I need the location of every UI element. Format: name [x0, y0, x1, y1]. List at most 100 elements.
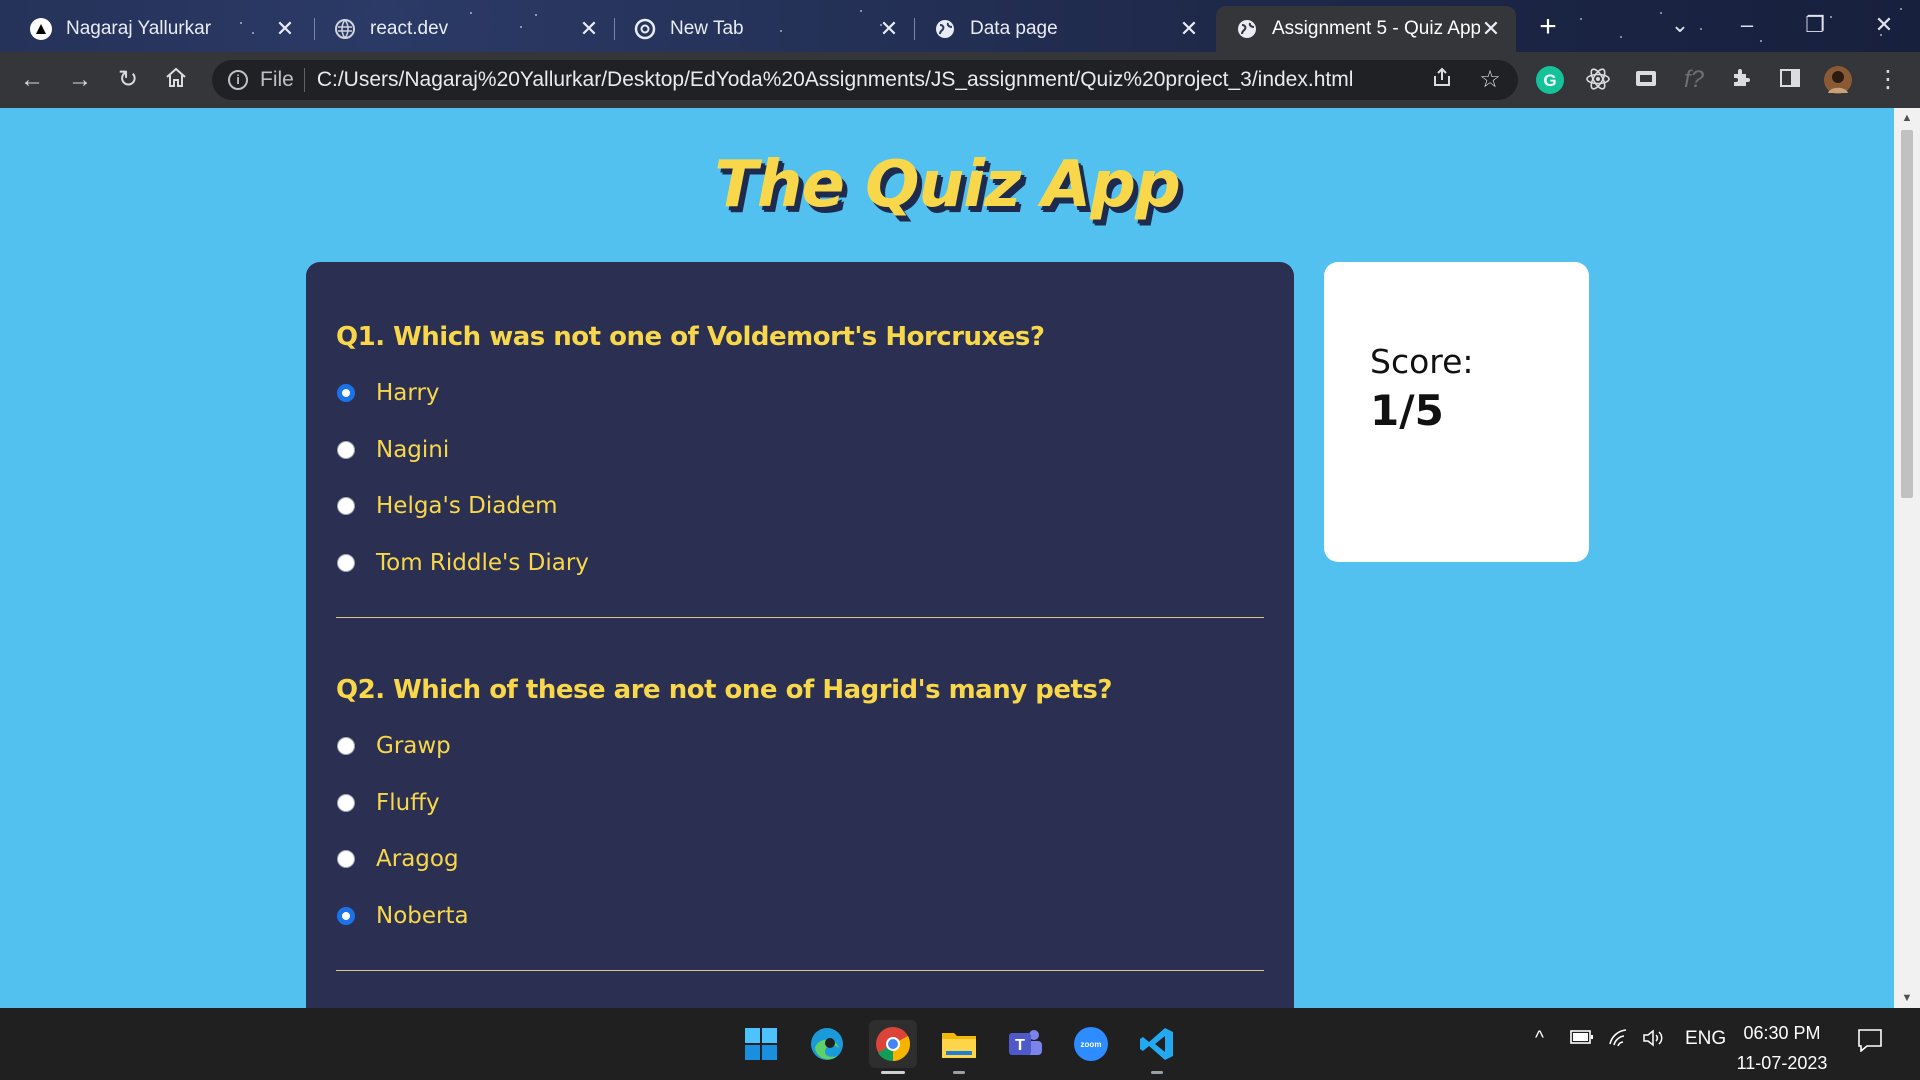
option-nagini[interactable]: Nagini: [336, 434, 449, 466]
quiz-card: Q1. Which was not one of Voldemort's Hor…: [306, 262, 1294, 1008]
question-divider: [336, 617, 1264, 618]
home-icon[interactable]: [162, 66, 190, 94]
tab-label: New Tab: [670, 18, 744, 39]
close-tab-icon[interactable]: ✕: [1178, 16, 1200, 42]
vscode-icon[interactable]: [1133, 1020, 1181, 1074]
close-tab-icon[interactable]: ✕: [878, 16, 900, 42]
option-fluffy[interactable]: Fluffy: [336, 787, 440, 819]
browser-tab-strip: Nagaraj Yallurkar ✕ react.dev ✕ New Tab …: [0, 0, 1920, 52]
svg-text:zoom: zoom: [1081, 1040, 1102, 1049]
teams-icon[interactable]: T: [1001, 1020, 1049, 1068]
wallet-extension-icon[interactable]: [1632, 66, 1660, 94]
question-2: Q2. Which of these are not one of Hagrid…: [336, 675, 1264, 971]
option-label: Helga's Diadem: [376, 493, 558, 519]
tab-new-tab[interactable]: New Tab ✕: [614, 6, 914, 52]
option-grawp[interactable]: Grawp: [336, 730, 451, 762]
radio-unchecked[interactable]: [337, 554, 355, 572]
address-bar[interactable]: i File C:/Users/Nagaraj%20Yallurkar/Desk…: [212, 60, 1518, 100]
tab-label: react.dev: [370, 18, 449, 39]
radio-unchecked[interactable]: [337, 794, 355, 812]
radio-unchecked[interactable]: [337, 497, 355, 515]
question-title: Q1. Which was not one of Voldemort's Hor…: [336, 322, 1045, 352]
tab-react-dev[interactable]: react.dev ✕: [314, 6, 614, 52]
url-text: C:/Users/Nagaraj%20Yallurkar/Desktop/EdY…: [316, 68, 1354, 91]
scroll-down-icon[interactable]: ▼: [1894, 992, 1920, 1004]
scroll-up-icon[interactable]: ▲: [1894, 112, 1920, 124]
svg-text:T: T: [1015, 1037, 1025, 1054]
radio-unchecked[interactable]: [337, 737, 355, 755]
option-aragog[interactable]: Aragog: [336, 843, 459, 875]
chrome-icon: [634, 18, 656, 40]
option-harry[interactable]: Harry: [336, 377, 440, 409]
option-label: Aragog: [376, 846, 459, 872]
globe-icon: [1236, 18, 1258, 40]
windows-start-icon[interactable]: [737, 1020, 785, 1068]
minimize-icon[interactable]: –: [1727, 8, 1767, 42]
side-panel-icon[interactable]: [1776, 66, 1804, 94]
close-tab-icon[interactable]: ✕: [274, 16, 296, 42]
forward-icon[interactable]: →: [66, 66, 94, 94]
share-icon[interactable]: [1428, 66, 1456, 94]
wifi-icon[interactable]: [1608, 1028, 1630, 1054]
svg-text:G: G: [1543, 71, 1556, 90]
option-label: Noberta: [376, 903, 469, 929]
close-tab-icon[interactable]: ✕: [578, 16, 600, 42]
restore-icon[interactable]: ❐: [1795, 8, 1835, 42]
back-icon[interactable]: ←: [18, 66, 46, 94]
notifications-icon[interactable]: [1857, 1028, 1883, 1058]
close-tab-icon[interactable]: ✕: [1480, 16, 1502, 42]
page-title: The Quiz App: [714, 148, 1181, 222]
edge-icon[interactable]: [803, 1020, 851, 1068]
volume-icon[interactable]: [1642, 1028, 1666, 1054]
option-label: Harry: [376, 380, 440, 406]
scrollbar-thumb[interactable]: [1901, 130, 1913, 498]
windows-taskbar: T zoom ^ ENG 06:30 PM 11-07-2023: [0, 1008, 1920, 1080]
radio-checked[interactable]: [337, 907, 355, 925]
formula-extension-icon[interactable]: f?: [1680, 66, 1708, 94]
file-explorer-icon[interactable]: [935, 1020, 983, 1074]
chrome-icon[interactable]: [869, 1020, 917, 1074]
question-1: Q1. Which was not one of Voldemort's Hor…: [336, 322, 1264, 618]
option-label: Grawp: [376, 733, 451, 759]
option-helgas-diadem[interactable]: Helga's Diadem: [336, 490, 558, 522]
info-icon[interactable]: i: [228, 70, 248, 90]
system-clock[interactable]: 06:30 PM 11-07-2023: [1720, 1018, 1844, 1078]
tab-nagaraj-yallurkar[interactable]: Nagaraj Yallurkar ✕: [10, 6, 310, 52]
tab-label: Data page: [970, 18, 1058, 39]
profile-avatar[interactable]: [1824, 66, 1852, 94]
clock-time: 06:30 PM: [1743, 1023, 1821, 1043]
browser-toolbar: ← → ↻ i File C:/Users/Nagaraj%20Yallurka…: [0, 52, 1920, 108]
browser-menu-icon[interactable]: ⋮: [1874, 66, 1902, 94]
option-label: Nagini: [376, 437, 450, 463]
tab-search-icon[interactable]: ⌄: [1660, 8, 1700, 42]
question-divider: [336, 970, 1264, 971]
new-tab-button[interactable]: +: [1530, 10, 1566, 46]
tab-data-page[interactable]: Data page ✕: [914, 6, 1214, 52]
bookmark-star-icon[interactable]: ☆: [1476, 66, 1504, 94]
show-hidden-icons-chevron-icon[interactable]: ^: [1535, 1028, 1544, 1050]
score-value: 1/5: [1370, 386, 1444, 435]
score-card: Score: 1/5: [1324, 262, 1589, 562]
option-tom-riddles-diary[interactable]: Tom Riddle's Diary: [336, 547, 589, 579]
option-label: Tom Riddle's Diary: [376, 550, 589, 576]
scheme-label: File: [260, 68, 294, 91]
question-title: Q2. Which of these are not one of Hagrid…: [336, 675, 1112, 705]
grammarly-icon[interactable]: G: [1536, 66, 1564, 94]
quiz-page: The Quiz App Q1. Which was not one of Vo…: [0, 108, 1894, 1008]
option-label: Fluffy: [376, 790, 440, 816]
option-noberta[interactable]: Noberta: [336, 900, 469, 932]
battery-icon[interactable]: [1570, 1028, 1594, 1052]
radio-unchecked[interactable]: [337, 441, 355, 459]
page-scrollbar[interactable]: ▲ ▼: [1894, 108, 1920, 1008]
tab-label: Assignment 5 - Quiz App: [1272, 18, 1480, 39]
zoom-icon[interactable]: zoom: [1067, 1020, 1115, 1068]
tab-quiz-app[interactable]: Assignment 5 - Quiz App ✕: [1216, 6, 1516, 52]
radio-checked[interactable]: [337, 384, 355, 402]
vercel-triangle-icon: [30, 18, 52, 40]
react-devtools-icon[interactable]: [1584, 66, 1612, 94]
reload-icon[interactable]: ↻: [114, 66, 142, 94]
window-close-icon[interactable]: ✕: [1864, 8, 1904, 42]
extensions-puzzle-icon[interactable]: [1728, 66, 1756, 94]
radio-unchecked[interactable]: [337, 850, 355, 868]
tab-label: Nagaraj Yallurkar: [66, 18, 212, 39]
